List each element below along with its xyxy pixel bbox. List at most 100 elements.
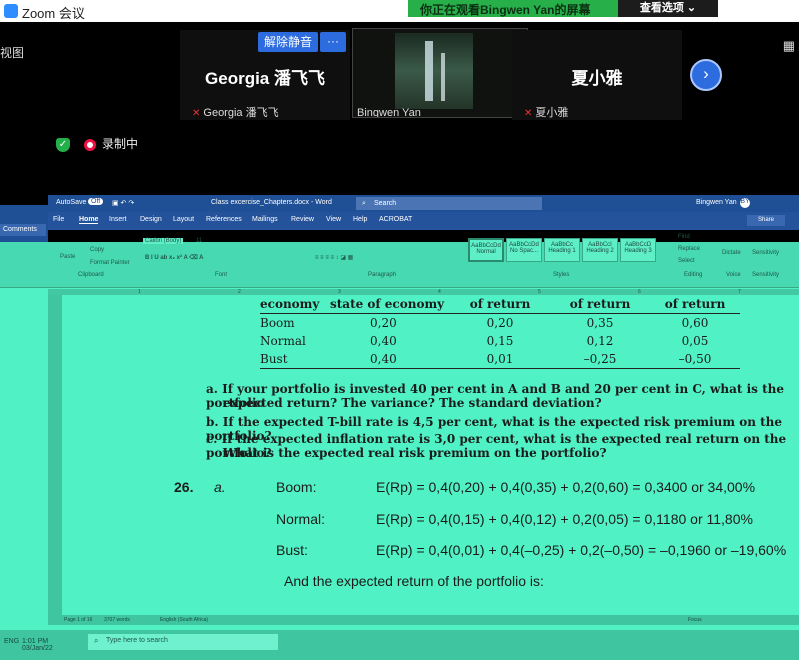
- tab-home[interactable]: Home: [79, 216, 99, 224]
- table-cell: 0,60: [681, 316, 709, 330]
- ribbon-tab-bar: File Home Insert Design Layout Reference…: [48, 212, 799, 230]
- recording-indicator: ✓ 录制中: [56, 135, 138, 152]
- table-cell: 0,12: [586, 334, 614, 348]
- table-header-row: economy state of economy of return of re…: [260, 295, 740, 314]
- video-thumbnail: [395, 33, 473, 109]
- table-cell: 0,20: [370, 316, 397, 330]
- table-cell: –0,25: [583, 352, 617, 366]
- editing-group-label: Editing: [684, 272, 703, 278]
- search-placeholder: Search: [374, 200, 397, 207]
- participant-name: 夏小雅: [571, 69, 623, 88]
- font-size-select[interactable]: 11: [196, 238, 202, 244]
- share-button[interactable]: Share: [747, 215, 785, 226]
- table-header: of return: [550, 295, 650, 314]
- question-c-cont: What is the expected real risk premium o…: [223, 446, 607, 460]
- tab-acrobat[interactable]: ACROBAT: [379, 216, 412, 223]
- table-cell: –0,50: [678, 352, 712, 366]
- taskbar-search-input[interactable]: Type here to search: [88, 634, 278, 650]
- next-page-button[interactable]: ›: [690, 59, 722, 91]
- copy-button[interactable]: Copy: [90, 247, 104, 253]
- view-label[interactable]: 视图: [0, 44, 24, 61]
- style-normal[interactable]: AaBbCcDd Normal: [468, 238, 504, 262]
- style-heading-3[interactable]: AaBbCcD Heading 3: [620, 238, 656, 262]
- table-cell: 0,01: [486, 352, 514, 366]
- language-indicator[interactable]: ENG: [4, 638, 19, 645]
- autosave-toggle[interactable]: Off: [88, 198, 104, 205]
- view-options-button[interactable]: 查看选项 ⌄: [618, 0, 718, 17]
- user-name: Bingwen Yan: [696, 199, 737, 206]
- participant-tile-3[interactable]: 夏小雅 ✕ 夏小雅: [512, 30, 682, 120]
- dictate-button[interactable]: Dictate: [722, 250, 741, 256]
- avatar[interactable]: BY: [740, 198, 750, 208]
- zoom-logo-icon: [4, 4, 18, 18]
- select-button[interactable]: Select: [678, 258, 695, 264]
- clock[interactable]: 1:01 PM 03/Jan/22: [22, 638, 53, 652]
- save-icon[interactable]: ▣ ↶ ↷: [112, 199, 134, 207]
- shield-icon: ✓: [56, 137, 70, 152]
- style-heading-1[interactable]: AaBbCc Heading 1: [544, 238, 580, 262]
- table-row: Bust 0,40 0,01 –0,25 –0,50: [260, 350, 740, 369]
- participant-tile-2[interactable]: Bingwen Yan: [352, 28, 528, 118]
- tab-review[interactable]: Review: [291, 216, 314, 223]
- word-count[interactable]: 3707 words: [104, 617, 130, 623]
- format-painter-button[interactable]: Format Painter: [90, 260, 130, 266]
- sensitivity-button[interactable]: Sensitivity: [752, 250, 779, 256]
- font-format-buttons[interactable]: B I U ab x₂ x² A ⌫ A: [145, 254, 204, 261]
- tab-references[interactable]: References: [206, 216, 242, 223]
- autosave-label[interactable]: AutoSave: [56, 199, 86, 206]
- question-a-cont: expected return? The variance? The stand…: [223, 396, 602, 410]
- focus-button[interactable]: Focus: [688, 617, 702, 623]
- tab-layout[interactable]: Layout: [173, 216, 194, 223]
- language-status[interactable]: English (South Africa): [160, 617, 208, 623]
- tab-file[interactable]: File: [53, 216, 64, 223]
- style-no-spacing[interactable]: AaBbCcDd No Spac...: [506, 238, 542, 262]
- tab-insert[interactable]: Insert: [109, 216, 127, 223]
- comments-button[interactable]: Comments: [0, 224, 46, 236]
- boom-equation: E(Rp) = 0,4(0,20) + 0,4(0,35) + 0,2(0,60…: [376, 479, 756, 495]
- tab-mailings[interactable]: Mailings: [252, 216, 278, 223]
- record-icon: [84, 138, 96, 151]
- share-banner-text: 你正在观看Bingwen Yan的屏幕: [420, 3, 591, 17]
- paste-button[interactable]: Paste: [60, 254, 75, 260]
- vertical-ruler[interactable]: [48, 295, 62, 615]
- expected-return-text: And the expected return of the portfolio…: [284, 573, 544, 589]
- unmute-button[interactable]: 解除静音: [258, 32, 318, 52]
- find-button[interactable]: Find: [678, 234, 690, 240]
- participant-sub-label: Bingwen Yan: [357, 107, 421, 118]
- screen-share-banner: 你正在观看Bingwen Yan的屏幕 查看选项 ⌄: [408, 0, 718, 17]
- gallery-grid-icon[interactable]: ▦: [783, 38, 795, 54]
- font-name-select[interactable]: Calibri (Body): [143, 238, 184, 244]
- paragraph-align-buttons[interactable]: ≡ ≡ ≡ ≡ ↕ ◪ ▦: [315, 254, 353, 261]
- tab-help[interactable]: Help: [353, 216, 367, 223]
- mic-muted-icon: ✕: [192, 108, 201, 119]
- window-title: Zoom 会议: [22, 6, 85, 21]
- view-options-label: 查看选项: [639, 2, 684, 14]
- participant-strip: 视图 ▦ Georgia 潘飞飞 ✕ Georgia 潘飞飞 解除静音 ··· B…: [0, 22, 799, 120]
- taskbar: ENG 1:01 PM 03/Jan/22 Type here to search…: [0, 630, 799, 660]
- replace-button[interactable]: Replace: [678, 246, 700, 252]
- search-box[interactable]: ⌕ Search: [356, 197, 542, 210]
- table-cell: Normal: [260, 334, 306, 348]
- document-page[interactable]: economy state of economy of return of re…: [70, 295, 799, 615]
- answer-part: a.: [214, 479, 226, 495]
- tab-design[interactable]: Design: [140, 216, 162, 223]
- table-header: of return: [450, 295, 550, 314]
- recording-label: 录制中: [102, 137, 139, 151]
- page-count[interactable]: Page 1 of 16: [64, 617, 92, 623]
- participant-sub-label: ✕ Georgia 潘飞飞: [192, 107, 279, 119]
- table-cell: Bust: [260, 352, 288, 366]
- participant-sub-label: ✕ 夏小雅: [524, 107, 569, 119]
- tab-view[interactable]: View: [326, 216, 341, 223]
- style-heading-2[interactable]: AaBbCcI Heading 2: [582, 238, 618, 262]
- answer-number: 26.: [174, 479, 194, 495]
- table-header: state of economy: [330, 295, 450, 314]
- status-bar: Page 1 of 16 3707 words English (South A…: [48, 615, 799, 625]
- table-cell: 0,40: [370, 334, 397, 348]
- more-options-button[interactable]: ···: [320, 32, 346, 52]
- sensitivity-group-label: Sensitivity: [752, 272, 780, 278]
- table-cell: 0,35: [586, 316, 614, 330]
- normal-equation: E(Rp) = 0,4(0,15) + 0,4(0,12) + 0,2(0,05…: [376, 511, 753, 527]
- table-cell: 0,40: [370, 352, 397, 366]
- voice-group-label: Voice: [726, 272, 741, 278]
- bust-label: Bust:: [276, 542, 308, 558]
